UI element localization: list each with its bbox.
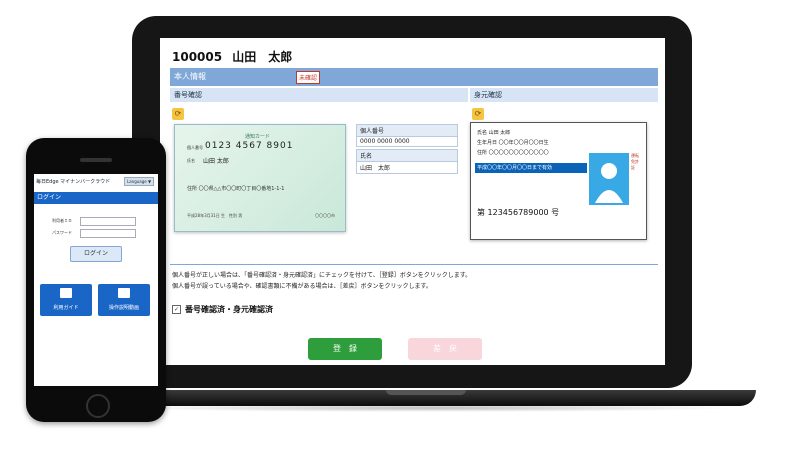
divider	[170, 264, 658, 265]
my-number-card-image: 通知カード 個人番号 0123 4567 8901 氏名 山田 太郎 住所 〇〇…	[174, 124, 346, 232]
status-badge: 未確認	[296, 71, 321, 84]
number-header: 個人番号	[356, 124, 458, 137]
name-header: 氏名	[356, 149, 458, 162]
name-value: 山田 太郎	[356, 162, 458, 174]
card-name-label: 氏名	[187, 158, 195, 163]
video-button[interactable]: 操作説明動画	[98, 284, 150, 316]
section-header: 本人情報 未確認	[170, 68, 658, 86]
license-name: 氏名 山田 太郎	[477, 130, 511, 136]
card-municipality: 〇〇〇〇市	[315, 213, 335, 218]
number-value: 0000 0000 0000	[356, 137, 458, 147]
video-icon	[118, 288, 130, 298]
record-id: 100005	[172, 50, 223, 64]
card-number-label: 個人番号	[187, 145, 203, 150]
rotate-icon[interactable]: ⟳	[172, 108, 184, 120]
number-table: 個人番号 0000 0000 0000 氏名 山田 太郎	[356, 124, 458, 174]
register-button[interactable]: 登 録	[308, 338, 382, 360]
identity-check-title: 身元確認	[474, 91, 502, 99]
login-title: ログイン	[34, 192, 158, 204]
confirm-checkbox-row[interactable]: ✓ 番号確認済・身元確認済	[172, 304, 273, 315]
card-title: 通知カード	[245, 134, 271, 140]
card-number: 0123 4567 8901	[205, 141, 294, 151]
phone-speaker	[80, 158, 112, 162]
book-icon	[60, 288, 72, 298]
identity-check-header: 身元確認	[470, 88, 658, 102]
confirm-checkbox[interactable]: ✓	[172, 305, 181, 314]
section-title: 本人情報	[174, 72, 206, 81]
video-label: 操作説明動画	[108, 305, 139, 311]
laptop-notch	[386, 390, 466, 395]
card-address: 住所 〇〇県△△市〇〇町〇丁目〇番地1-1-1	[187, 186, 285, 192]
password-label: パスワード	[52, 230, 72, 235]
record-title: 100005 山田 太郎	[172, 48, 292, 65]
phone-home-button	[86, 394, 110, 418]
guide-label: 利用ガイド	[53, 305, 79, 311]
card-issued: 平成28年3月31日 生 性別 男	[187, 213, 243, 218]
user-id-label: 利用者ＩＤ	[52, 218, 72, 223]
phone-header: 毎日Edge マイナンバークラウド Language ▼	[34, 174, 158, 190]
instruction-line-2: 個人番号が誤っている場合や、確認書類に不備がある場合は、［差戻］ボタンをクリック…	[172, 283, 432, 290]
number-check-header: 番号確認	[170, 88, 468, 102]
portrait-icon	[589, 153, 629, 205]
confirm-checkbox-label: 番号確認済・身元確認済	[185, 305, 273, 314]
number-check-title: 番号確認	[174, 91, 202, 99]
password-input[interactable]	[80, 229, 136, 238]
rotate-icon[interactable]: ⟳	[472, 108, 484, 120]
instruction-line-1: 個人番号が正しい場合は、「番号確認済・身元確認済」にチェックを付けて、［登録］ボ…	[172, 272, 472, 279]
license-number: 第 123456789000 号	[477, 208, 560, 217]
language-select[interactable]: Language ▼	[124, 177, 155, 186]
guide-button[interactable]: 利用ガイド	[40, 284, 92, 316]
drivers-license-image: 氏名 山田 太郎 生年月日 〇〇年〇〇月〇〇日生 住所 〇〇〇〇〇〇〇〇〇〇〇〇…	[470, 122, 647, 240]
laptop-screen: 100005 山田 太郎 本人情報 未確認 番号確認 身元確認 ⟳ ⟳ 通知カー…	[160, 38, 665, 365]
laptop-shadow	[120, 404, 740, 412]
phone-screen: 毎日Edge マイナンバークラウド Language ▼ ログイン 利用者ＩＤ …	[34, 174, 158, 386]
logo: 毎日Edge マイナンバークラウド	[36, 179, 111, 185]
user-id-input[interactable]	[80, 217, 136, 226]
card-name: 山田 太郎	[203, 158, 229, 165]
record-name: 山田 太郎	[232, 50, 293, 64]
license-side-text: 運転免許証	[631, 153, 639, 170]
return-button[interactable]: 差 戻	[408, 338, 482, 360]
license-address: 住所 〇〇〇〇〇〇〇〇〇〇〇〇	[477, 150, 549, 156]
license-valid: 平成〇〇年〇〇月〇〇日まで有効	[475, 163, 587, 173]
license-birth: 生年月日 〇〇年〇〇月〇〇日生	[477, 140, 549, 146]
login-button[interactable]: ログイン	[70, 246, 122, 262]
